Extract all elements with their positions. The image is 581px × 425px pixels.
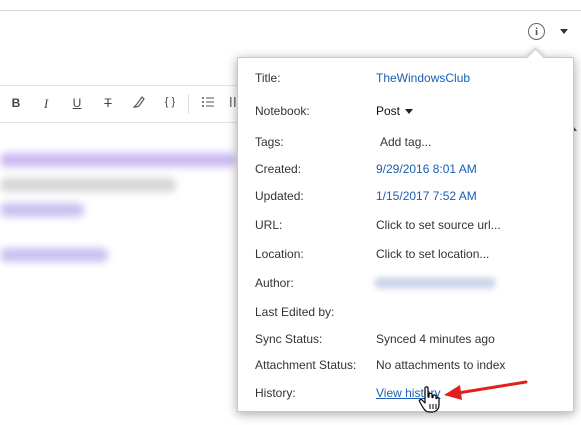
underline-button[interactable]: U	[69, 96, 85, 110]
chevron-down-icon	[405, 109, 414, 115]
add-tag-input[interactable]: Add tag...	[380, 135, 431, 149]
strikethrough-button[interactable]: T	[100, 96, 116, 110]
attachment-status-value: No attachments to index	[376, 358, 506, 372]
highlighter-icon[interactable]	[131, 95, 147, 112]
info-icon[interactable]: i	[528, 23, 545, 40]
updated-value[interactable]: 1/15/2017 7:52 AM	[376, 189, 477, 203]
hand-cursor-icon	[418, 386, 440, 413]
url-label: URL:	[255, 218, 283, 232]
author-label: Author:	[255, 276, 294, 290]
note-text-line	[0, 153, 236, 167]
history-label: History:	[255, 386, 296, 400]
notebook-label: Notebook:	[255, 104, 310, 118]
note-text-line	[0, 248, 108, 262]
notebook-selector[interactable]: Post	[376, 104, 414, 118]
created-value[interactable]: 9/29/2016 8:01 AM	[376, 162, 477, 176]
source-url-field[interactable]: Click to set source url...	[376, 218, 501, 232]
code-button[interactable]: { }	[160, 96, 180, 108]
annotation-arrow-icon	[444, 380, 528, 400]
chevron-down-icon[interactable]	[560, 29, 568, 34]
italic-button[interactable]: I	[38, 96, 54, 112]
updated-label: Updated:	[255, 189, 304, 203]
attachment-status-label: Attachment Status:	[255, 358, 357, 372]
author-field[interactable]	[374, 277, 496, 289]
sync-status-value: Synced 4 minutes ago	[376, 332, 495, 346]
sync-status-label: Sync Status:	[255, 332, 323, 346]
bold-button[interactable]: B	[8, 96, 24, 110]
last-edited-label: Last Edited by:	[255, 305, 335, 319]
bulleted-list-icon[interactable]	[200, 95, 216, 112]
title-label: Title:	[255, 71, 281, 85]
top-divider	[0, 10, 581, 11]
location-label: Location:	[255, 247, 304, 261]
toolbar-separator	[188, 94, 189, 114]
info-glyph: i	[534, 25, 539, 38]
toolbar-bottom-border	[0, 122, 240, 123]
note-text-line	[0, 178, 176, 192]
notebook-value: Post	[376, 104, 401, 118]
created-label: Created:	[255, 162, 302, 176]
location-field[interactable]: Click to set location...	[376, 247, 489, 261]
title-value[interactable]: TheWindowsClub	[376, 71, 470, 85]
note-text-line	[0, 203, 84, 217]
tags-label: Tags:	[255, 135, 284, 149]
